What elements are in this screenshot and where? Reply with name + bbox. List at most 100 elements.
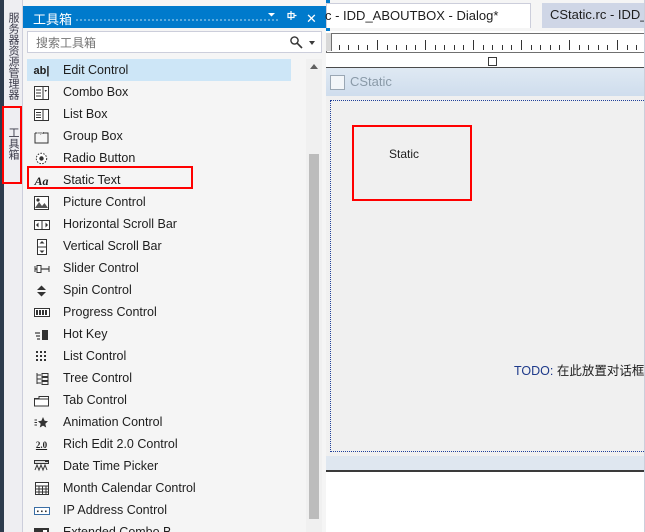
svg-text:xyz: xyz xyxy=(38,130,44,135)
extended-combo-icon xyxy=(33,524,50,532)
item-label: Progress Control xyxy=(63,305,157,319)
dialog-todo-text: TODO: 在此放置对话框 xyxy=(514,360,644,379)
pin-icon[interactable] xyxy=(283,10,300,27)
combo-box-icon xyxy=(33,84,50,101)
spin-icon xyxy=(33,282,50,299)
toolbox-panel: 工具箱 ✕ 搜索工具箱 ab| Edit Control Combo Box L… xyxy=(23,0,327,532)
title-dots-decoration xyxy=(75,18,280,21)
toolbox-item-combo-box[interactable]: Combo Box xyxy=(27,81,322,103)
toolbox-item-date-time-picker[interactable]: Date Time Picker xyxy=(27,455,322,477)
hot-key-icon xyxy=(33,326,50,343)
todo-body: 在此放置对话框 xyxy=(553,364,645,378)
item-label: List Box xyxy=(63,107,108,121)
item-label: Vertical Scroll Bar xyxy=(63,239,162,253)
dialog-resize-grip-top[interactable] xyxy=(488,57,497,66)
ruler-margin-strip xyxy=(326,53,645,68)
close-icon[interactable]: ✕ xyxy=(303,10,320,27)
todo-prefix: TODO: xyxy=(514,364,554,378)
item-label: IP Address Control xyxy=(63,503,167,517)
animation-icon xyxy=(33,414,50,431)
edit-control-icon: ab| xyxy=(33,64,50,77)
horizontal-scroll-icon xyxy=(33,216,50,233)
chevron-down-icon[interactable] xyxy=(263,10,280,27)
toolbox-item-list-box[interactable]: List Box xyxy=(27,103,322,125)
item-label: Group Box xyxy=(63,129,123,143)
item-label: Slider Control xyxy=(63,261,139,275)
toolbox-item-static-text[interactable]: Aa Static Text xyxy=(27,169,322,191)
list-control-icon xyxy=(33,348,50,365)
toolbox-title: 工具箱 xyxy=(33,12,73,27)
item-label: Radio Button xyxy=(63,151,136,165)
editor-pane: c - IDD_ABOUTBOX - Dialog* CStatic.rc - … xyxy=(325,0,645,532)
item-label: Month Calendar Control xyxy=(63,481,196,495)
vtab-toolbox-highlight xyxy=(2,106,22,184)
toolbox-item-spin-control[interactable]: Spin Control xyxy=(27,279,322,301)
item-label: Picture Control xyxy=(63,195,146,209)
calendar-icon xyxy=(33,480,50,497)
item-label: Horizontal Scroll Bar xyxy=(63,217,177,231)
dialog-caption-bar: CStatic xyxy=(326,68,645,96)
item-label: Hot Key xyxy=(63,327,108,341)
editor-blank-area xyxy=(326,472,645,532)
toolbox-item-tree-control[interactable]: Tree Control xyxy=(27,367,322,389)
slider-icon xyxy=(33,260,50,277)
tab-label: c - IDD_ABOUTBOX - Dialog* xyxy=(325,8,499,23)
toolbox-item-progress-control[interactable]: Progress Control xyxy=(27,301,322,323)
toolbox-item-horizontal-scroll-bar[interactable]: Horizontal Scroll Bar xyxy=(27,213,322,235)
toolbox-item-picture-control[interactable]: Picture Control xyxy=(27,191,322,213)
ruler-ticks xyxy=(327,34,645,52)
toolbox-item-slider-control[interactable]: Slider Control xyxy=(27,257,322,279)
left-vertical-tab-strip: 服务器资源管理器 工具箱 xyxy=(0,0,23,532)
toolbox-item-animation-control[interactable]: Animation Control xyxy=(27,411,322,433)
tab-cstatic-rc[interactable]: CStatic.rc - IDD_... xyxy=(542,3,645,28)
vtab-server-explorer[interactable]: 服务器资源管理器 xyxy=(4,6,22,106)
tab-dialog-editor[interactable]: c - IDD_ABOUTBOX - Dialog* xyxy=(325,3,531,28)
item-label: List Control xyxy=(63,349,127,363)
toolbox-item-hot-key[interactable]: Hot Key xyxy=(27,323,322,345)
toolbox-item-group-box[interactable]: xyz Group Box xyxy=(27,125,322,147)
dialog-design-surface[interactable]: Static TODO: 在此放置对话框 xyxy=(326,96,645,456)
tab-label: CStatic.rc - IDD_... xyxy=(550,7,645,22)
dialog-caption-text: CStatic xyxy=(350,74,392,89)
item-label: Tab Control xyxy=(63,393,127,407)
scroll-up-arrow-icon[interactable] xyxy=(306,59,322,75)
toolbox-item-list[interactable]: ab| Edit Control Combo Box List Box xyz … xyxy=(27,59,322,532)
horizontal-ruler xyxy=(326,33,645,53)
toolbox-item-list-control[interactable]: List Control xyxy=(27,345,322,367)
toolbox-item-rich-edit-control[interactable]: 2.0 Rich Edit 2.0 Control xyxy=(27,433,322,455)
static-text-control[interactable]: Static xyxy=(352,125,472,201)
toolbox-item-month-calendar-control[interactable]: Month Calendar Control xyxy=(27,477,322,499)
toolbox-item-tab-control[interactable]: Tab Control xyxy=(27,389,322,411)
list-box-icon xyxy=(33,106,50,123)
item-label: Extended Combo B xyxy=(63,525,172,532)
search-options-chevron-icon[interactable] xyxy=(309,41,315,45)
toolbox-item-vertical-scroll-bar[interactable]: Vertical Scroll Bar xyxy=(27,235,322,257)
item-label: Date Time Picker xyxy=(63,459,159,473)
static-control-label: Static xyxy=(389,147,420,161)
search-input[interactable] xyxy=(34,35,278,51)
dialog-bottom-strip xyxy=(326,456,645,470)
toolbox-item-extended-combo-box[interactable]: Extended Combo B xyxy=(27,521,322,532)
search-icon[interactable] xyxy=(289,35,303,49)
vertical-scroll-icon xyxy=(33,238,50,255)
item-label: Animation Control xyxy=(63,415,163,429)
progress-icon xyxy=(33,304,50,321)
radio-button-icon xyxy=(33,150,50,167)
item-label: Tree Control xyxy=(63,371,133,385)
toolbox-title-bar: 工具箱 ✕ xyxy=(23,6,326,28)
item-label: Spin Control xyxy=(63,283,132,297)
toolbox-scrollbar[interactable] xyxy=(306,59,322,532)
scrollbar-thumb[interactable] xyxy=(309,154,319,519)
toolbox-item-radio-button[interactable]: Radio Button xyxy=(27,147,322,169)
rich-edit-icon: 2.0 xyxy=(35,439,48,450)
picture-control-icon xyxy=(33,194,50,211)
item-label: Rich Edit 2.0 Control xyxy=(63,437,178,451)
toolbox-search-box[interactable] xyxy=(27,31,322,53)
tab-control-icon xyxy=(33,392,50,409)
toolbox-item-edit-control[interactable]: ab| Edit Control xyxy=(27,59,291,81)
tree-control-icon xyxy=(33,370,50,387)
ruler-origin-handle[interactable] xyxy=(326,33,332,51)
toolbox-item-ip-address-control[interactable]: IP Address Control xyxy=(27,499,322,521)
dialog-system-menu-icon[interactable] xyxy=(330,75,345,90)
static-text-icon: Aa xyxy=(34,173,49,188)
